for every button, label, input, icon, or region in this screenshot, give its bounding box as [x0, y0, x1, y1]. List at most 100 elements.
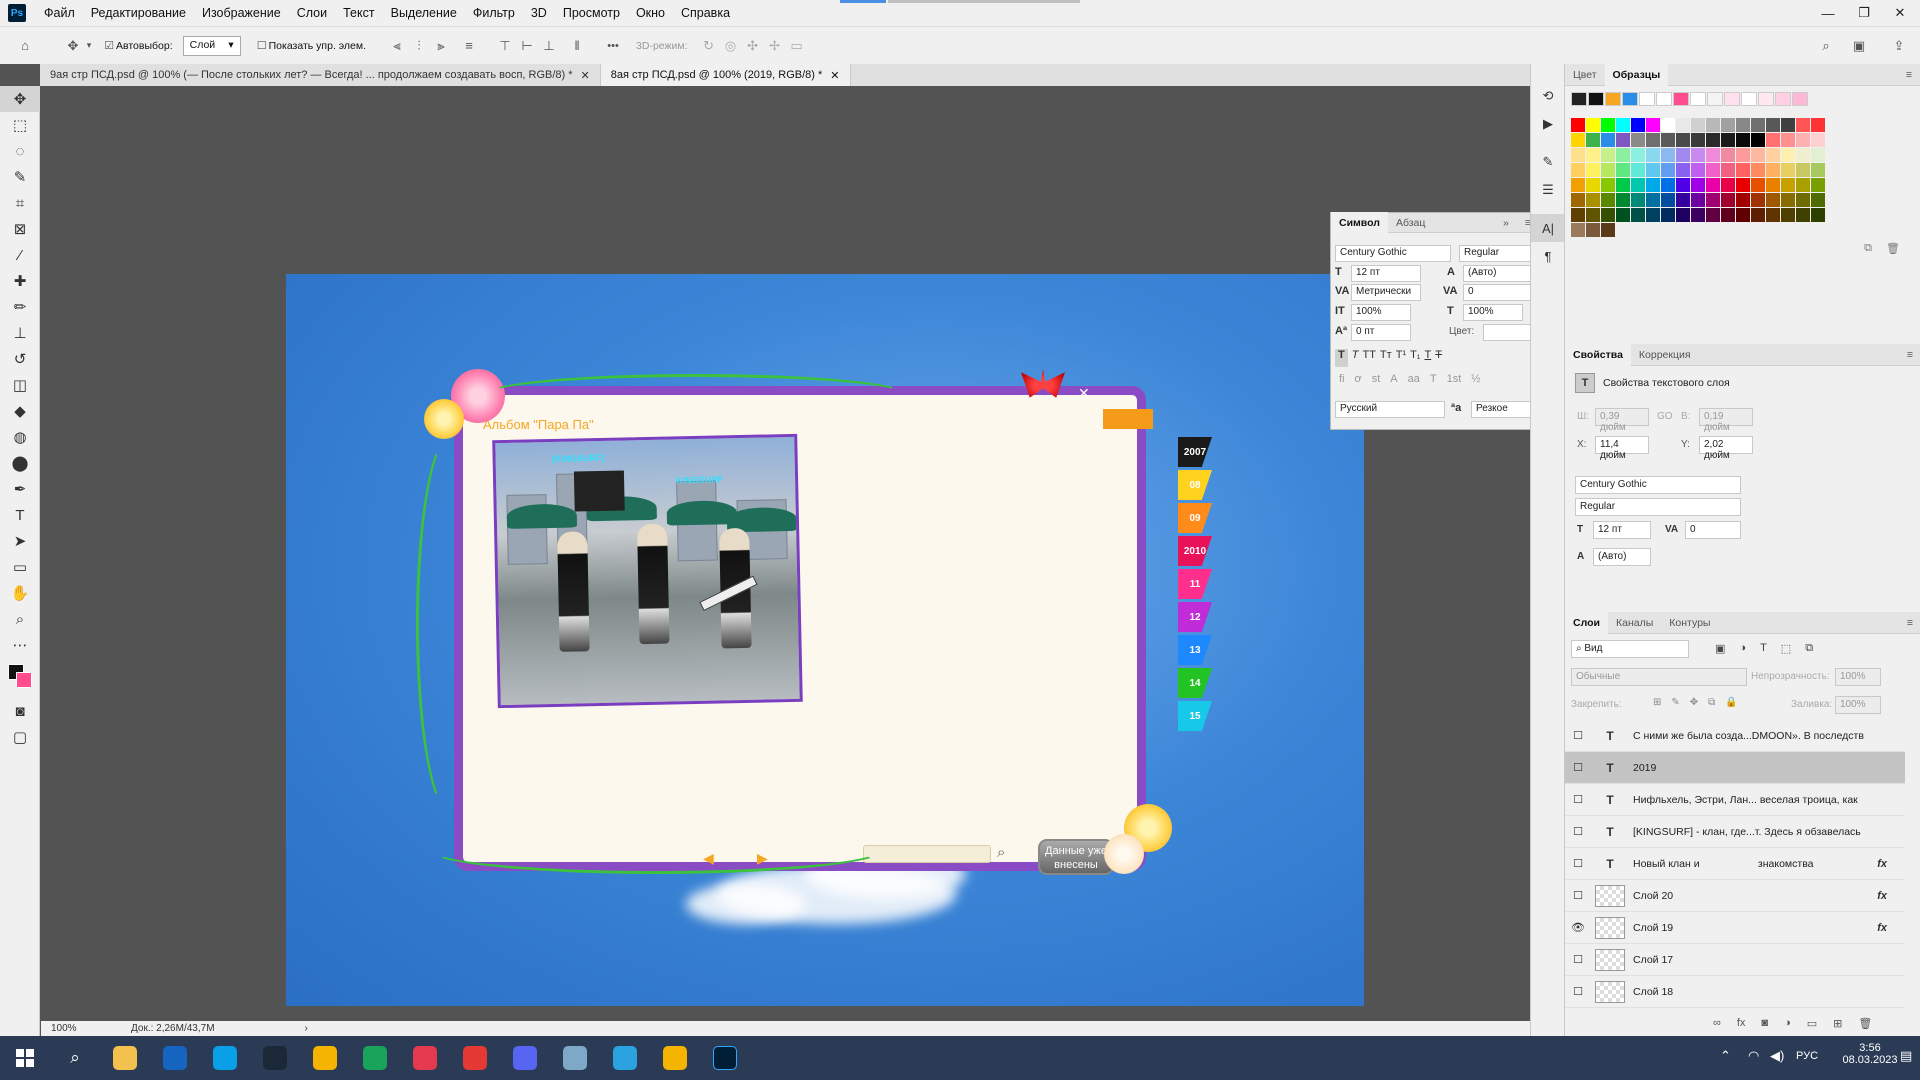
- lasso-tool-icon[interactable]: ◌: [0, 138, 40, 164]
- menu-select[interactable]: Выделение: [383, 6, 465, 20]
- move-tool-icon[interactable]: ✥: [0, 86, 40, 112]
- close-icon[interactable]: ✕: [830, 69, 839, 82]
- link-layers-icon[interactable]: ∞: [1713, 1017, 1721, 1030]
- font-family-select[interactable]: Century Gothic: [1335, 245, 1451, 262]
- clock[interactable]: 3:56 08.03.2023: [1842, 1042, 1898, 1066]
- kerning-field[interactable]: Метрически: [1351, 284, 1421, 301]
- visibility-toggle[interactable]: ☐: [1565, 985, 1591, 998]
- swatch[interactable]: [1661, 193, 1675, 207]
- lock-position-icon[interactable]: ✥: [1690, 697, 1698, 708]
- distribute-icon[interactable]: ≡: [458, 35, 480, 57]
- swatch[interactable]: [1586, 178, 1600, 192]
- menu-view[interactable]: Просмотр: [555, 6, 628, 20]
- swatch[interactable]: [1601, 193, 1615, 207]
- align-left-icon[interactable]: ⫷: [386, 35, 408, 57]
- actions-play-icon[interactable]: ▶: [1531, 110, 1565, 138]
- swatch[interactable]: [1796, 133, 1810, 147]
- screen-mode-icon[interactable]: ▢: [0, 724, 40, 750]
- autoselect-dropdown[interactable]: Слой ▾: [182, 35, 241, 56]
- subscript-icon[interactable]: T₁: [1410, 349, 1420, 367]
- swatch[interactable]: [1639, 92, 1655, 106]
- swatch[interactable]: [1706, 163, 1720, 177]
- swatch[interactable]: [1706, 148, 1720, 162]
- align-top-icon[interactable]: ⊤: [494, 35, 516, 57]
- layer-row[interactable]: ☐ T С ними же была созда...DMOON». В после…: [1565, 720, 1905, 752]
- menu-file[interactable]: Файл: [36, 6, 83, 20]
- swatch[interactable]: [1691, 148, 1705, 162]
- background-color[interactable]: [16, 672, 32, 688]
- swatch[interactable]: [1766, 118, 1780, 132]
- swatch[interactable]: [1758, 92, 1774, 106]
- search-icon[interactable]: ⌕: [1815, 35, 1837, 57]
- panel-menu-icon[interactable]: ≡: [1899, 612, 1920, 634]
- quick-mask-icon[interactable]: ◙: [0, 698, 40, 724]
- swatch[interactable]: [1721, 148, 1735, 162]
- swatch[interactable]: [1616, 208, 1630, 222]
- notifications-icon[interactable]: ▤: [1900, 1048, 1912, 1064]
- swatch[interactable]: [1676, 178, 1690, 192]
- history-icon[interactable]: ⟲: [1531, 82, 1565, 110]
- underline-icon[interactable]: T: [1425, 349, 1432, 367]
- tab-color[interactable]: Цвет: [1565, 64, 1605, 86]
- filter-text-icon[interactable]: T: [1760, 642, 1767, 655]
- new-layer-icon[interactable]: ⊞: [1833, 1017, 1842, 1030]
- swatch[interactable]: [1751, 148, 1765, 162]
- swatch[interactable]: [1796, 148, 1810, 162]
- swatch[interactable]: [1616, 163, 1630, 177]
- swatch[interactable]: [1721, 178, 1735, 192]
- swatch[interactable]: [1586, 208, 1600, 222]
- swatch[interactable]: [1796, 193, 1810, 207]
- file-explorer-icon[interactable]: [100, 1036, 150, 1080]
- swatch[interactable]: [1631, 118, 1645, 132]
- swatch[interactable]: [1676, 148, 1690, 162]
- layer-row[interactable]: 👁 Слой 19 fx: [1565, 912, 1905, 944]
- path-select-icon[interactable]: ➤: [0, 528, 40, 554]
- tray-chevron-icon[interactable]: ⌃: [1720, 1048, 1731, 1064]
- swatch[interactable]: [1811, 193, 1825, 207]
- swatch[interactable]: [1646, 163, 1660, 177]
- search-icon[interactable]: ⌕: [50, 1036, 100, 1080]
- 3d-camera-icon[interactable]: ▭: [786, 35, 808, 57]
- 3d-pan-icon[interactable]: ✣: [742, 35, 764, 57]
- visibility-toggle[interactable]: ☐: [1565, 729, 1591, 742]
- tab-layers[interactable]: Слои: [1565, 611, 1608, 634]
- swatch[interactable]: [1736, 163, 1750, 177]
- menu-edit[interactable]: Редактирование: [83, 6, 194, 20]
- tab-document-2[interactable]: 8ая стр ПСД.psd @ 100% (2019, RGB/8) * ✕: [600, 64, 851, 86]
- joystick-icon[interactable]: [450, 1036, 500, 1080]
- swatch[interactable]: [1605, 92, 1621, 106]
- panel-menu-icon[interactable]: ≡: [1898, 64, 1920, 86]
- xbox-icon[interactable]: [150, 1036, 200, 1080]
- menu-text[interactable]: Текст: [335, 6, 382, 20]
- swatch[interactable]: [1796, 118, 1810, 132]
- language-select[interactable]: Русский: [1335, 401, 1445, 418]
- align-bottom-icon[interactable]: ⊥: [538, 35, 560, 57]
- delete-icon[interactable]: 🗑: [1858, 1017, 1872, 1030]
- swatch[interactable]: [1811, 208, 1825, 222]
- layer-row[interactable]: ☐ T 2019: [1565, 752, 1905, 784]
- swatch[interactable]: [1706, 133, 1720, 147]
- swatch[interactable]: [1661, 133, 1675, 147]
- move-tool-icon[interactable]: ✥: [62, 35, 84, 57]
- opacity-field[interactable]: 100%: [1835, 668, 1881, 686]
- swatch[interactable]: [1775, 92, 1791, 106]
- stamp-tool-icon[interactable]: ⊥: [0, 320, 40, 346]
- swatch[interactable]: [1751, 193, 1765, 207]
- swatch[interactable]: [1781, 148, 1795, 162]
- alt-ligatures-icon[interactable]: ơ: [1355, 373, 1362, 391]
- swatch[interactable]: [1586, 148, 1600, 162]
- fill-field[interactable]: 100%: [1835, 696, 1881, 714]
- prop-font-family-select[interactable]: Century Gothic: [1575, 476, 1741, 494]
- swatch[interactable]: [1646, 148, 1660, 162]
- faux-italic-icon[interactable]: T: [1352, 349, 1359, 367]
- titling-icon[interactable]: aa: [1408, 373, 1420, 391]
- brush-settings-icon[interactable]: ✎: [1531, 148, 1565, 176]
- pen-tool-icon[interactable]: ✒: [0, 476, 40, 502]
- swatch[interactable]: [1781, 118, 1795, 132]
- align-right-icon[interactable]: ⫸: [430, 35, 452, 57]
- menu-layers[interactable]: Слои: [289, 6, 335, 20]
- swatch[interactable]: [1736, 208, 1750, 222]
- swatch[interactable]: [1796, 208, 1810, 222]
- align-middle-icon[interactable]: ⊢: [516, 35, 538, 57]
- swatch[interactable]: [1781, 193, 1795, 207]
